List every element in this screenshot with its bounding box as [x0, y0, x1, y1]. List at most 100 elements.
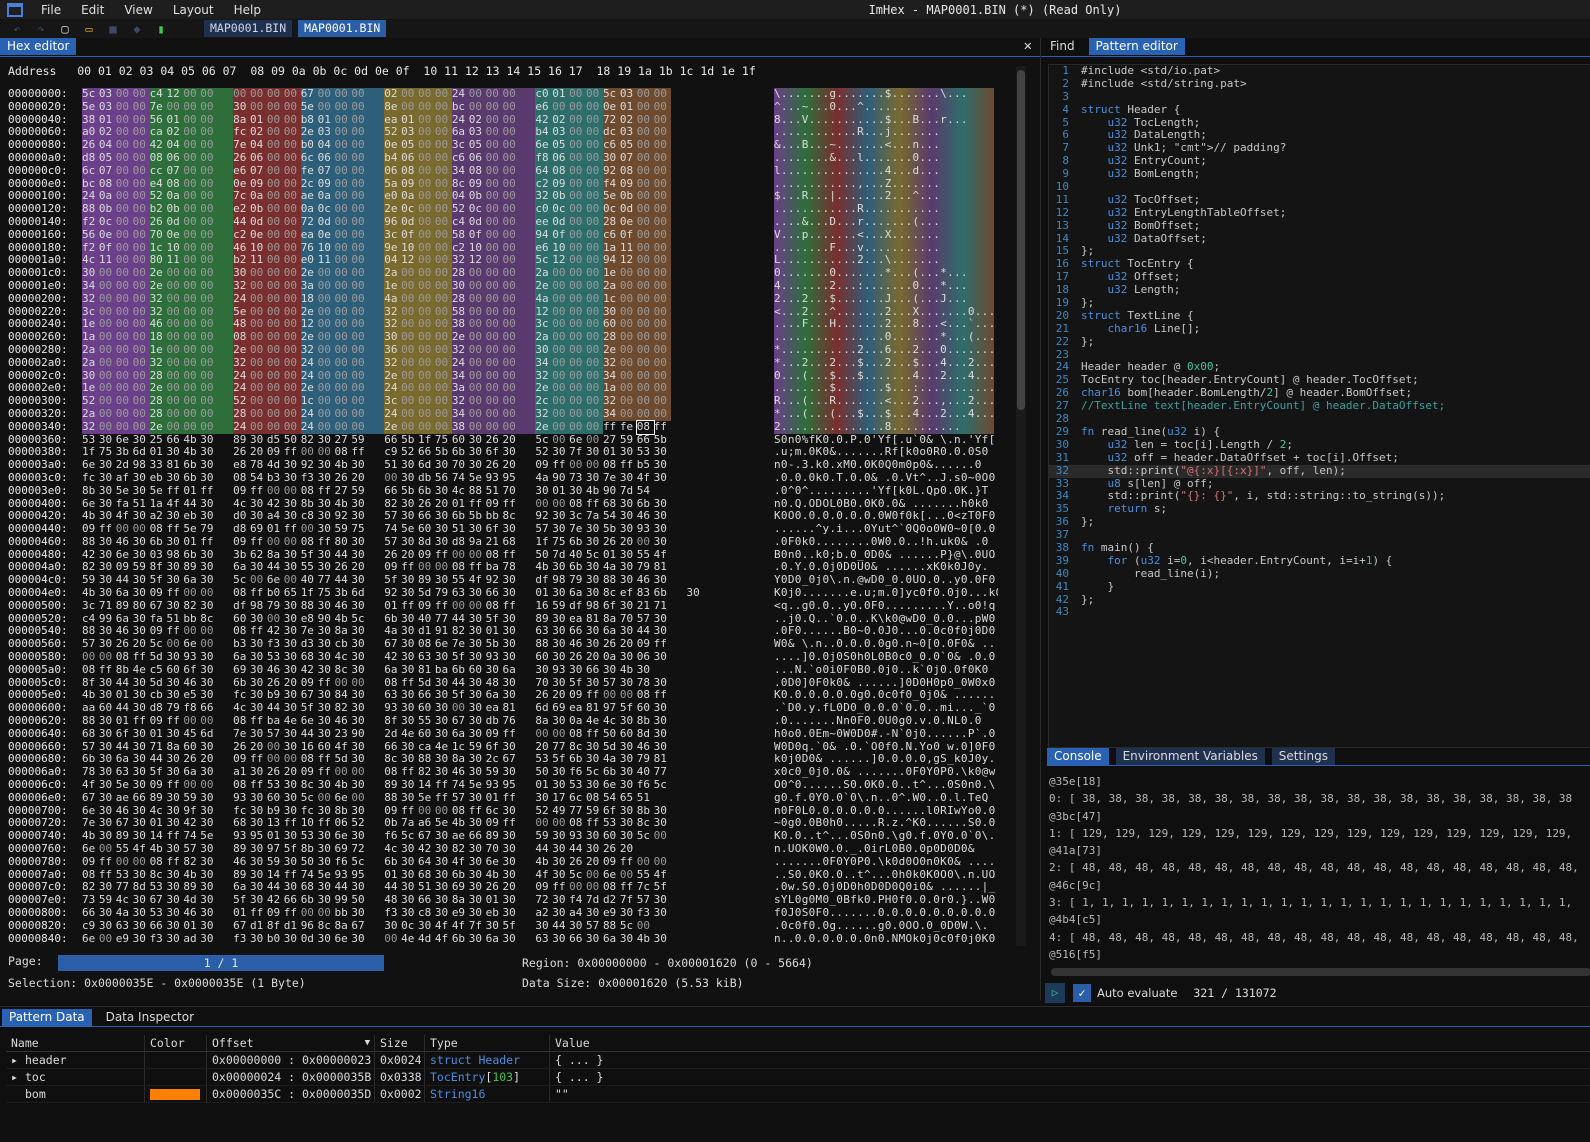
- hex-byte[interactable]: 00: [115, 343, 133, 357]
- hex-byte[interactable]: 03: [619, 88, 637, 101]
- hex-byte[interactable]: 8f: [267, 919, 284, 933]
- hex-byte[interactable]: 00: [200, 394, 218, 408]
- hex-byte[interactable]: 00: [401, 292, 419, 306]
- hex-byte[interactable]: 97: [267, 842, 284, 856]
- code-line[interactable]: 28: [1049, 412, 1590, 426]
- code-line[interactable]: 1 #include <std/io.pat>: [1049, 64, 1590, 78]
- hex-byte[interactable]: 3b: [334, 586, 351, 600]
- hex-byte[interactable]: 30: [318, 650, 335, 664]
- hex-byte[interactable]: 5e: [150, 484, 167, 498]
- hex-byte[interactable]: 6e: [603, 778, 620, 792]
- hex-byte[interactable]: 4e: [586, 714, 603, 728]
- hex-byte[interactable]: 30: [200, 663, 217, 677]
- hex-byte[interactable]: 30: [435, 650, 452, 664]
- hex-byte[interactable]: 00: [485, 343, 503, 357]
- hex-byte[interactable]: 00: [468, 420, 486, 434]
- hex-byte[interactable]: 30: [133, 586, 150, 600]
- hex-byte[interactable]: 26: [569, 855, 586, 869]
- hex-byte[interactable]: 00: [619, 394, 637, 408]
- hex-byte[interactable]: 00: [468, 356, 486, 370]
- code-line[interactable]: 14 u32 DataOffset;: [1049, 232, 1590, 246]
- hex-byte[interactable]: 8d: [637, 727, 654, 741]
- hex-byte[interactable]: 00: [132, 420, 150, 434]
- hex-byte[interactable]: 4f: [435, 919, 452, 933]
- hex-byte[interactable]: 24: [300, 407, 318, 421]
- hex-byte[interactable]: b0: [267, 932, 284, 944]
- hex-byte[interactable]: 30: [99, 906, 116, 920]
- hex-byte[interactable]: f3: [233, 932, 250, 944]
- hex-byte[interactable]: 00: [619, 343, 637, 357]
- hex-byte[interactable]: 00: [351, 279, 369, 293]
- hex-byte[interactable]: b3: [267, 471, 284, 485]
- hex-byte[interactable]: 30: [469, 727, 486, 741]
- hex-byte[interactable]: 00: [434, 164, 452, 178]
- hex-byte[interactable]: 30: [451, 279, 469, 293]
- hex-byte[interactable]: ff: [250, 586, 267, 600]
- hex-byte[interactable]: 00: [132, 228, 150, 242]
- hex-byte[interactable]: 00: [266, 151, 284, 165]
- hex-byte[interactable]: 26: [233, 151, 251, 165]
- hex-byte[interactable]: 00: [569, 151, 587, 165]
- hex-byte[interactable]: 00: [267, 484, 284, 498]
- hex-byte[interactable]: 00: [334, 88, 352, 101]
- hex-byte[interactable]: 96: [301, 919, 318, 933]
- hex-byte[interactable]: 6a: [233, 650, 250, 664]
- hex-byte[interactable]: 5d: [150, 650, 167, 664]
- hex-byte[interactable]: 30: [586, 842, 603, 856]
- hex-byte[interactable]: 00: [183, 228, 201, 242]
- hex-byte[interactable]: 00: [266, 228, 284, 242]
- hex-byte[interactable]: 90: [552, 471, 569, 485]
- hex-byte[interactable]: 00: [317, 343, 335, 357]
- hex-byte[interactable]: 30: [469, 855, 486, 869]
- hex-byte[interactable]: 42: [301, 663, 318, 677]
- hex-byte[interactable]: 89: [116, 599, 133, 613]
- hex-byte[interactable]: 93: [183, 650, 200, 664]
- hex-byte[interactable]: 00: [200, 343, 218, 357]
- hex-byte[interactable]: 79: [435, 586, 452, 600]
- tab-find[interactable]: Find: [1043, 38, 1082, 55]
- hex-byte[interactable]: 00: [636, 164, 654, 178]
- hex-byte[interactable]: 01: [150, 727, 167, 741]
- hex-byte[interactable]: 30: [469, 842, 486, 856]
- hex-byte[interactable]: f3: [301, 471, 318, 485]
- hex-byte[interactable]: 30: [401, 906, 418, 920]
- hex-byte[interactable]: 30: [99, 727, 116, 741]
- hex-byte[interactable]: 83: [637, 586, 654, 600]
- hex-byte[interactable]: 66: [486, 586, 503, 600]
- hex-byte[interactable]: 1f: [535, 535, 552, 549]
- hex-byte[interactable]: 00: [401, 420, 419, 434]
- hex-byte[interactable]: 00: [166, 292, 184, 306]
- hex-byte[interactable]: 00: [183, 151, 201, 165]
- hex-byte[interactable]: 06: [250, 151, 267, 165]
- hex-byte[interactable]: 95: [502, 778, 519, 792]
- hex-byte[interactable]: 4f: [637, 471, 654, 485]
- hex-byte[interactable]: 07: [250, 164, 267, 178]
- hex-byte[interactable]: 4b: [535, 855, 552, 869]
- hex-byte[interactable]: 44: [535, 842, 552, 856]
- hex-byte[interactable]: 32: [602, 394, 620, 408]
- code-line[interactable]: 35 return s;: [1049, 502, 1590, 516]
- hex-byte[interactable]: 00: [384, 932, 401, 944]
- hex-byte[interactable]: 00: [115, 394, 133, 408]
- hex-byte[interactable]: 00: [535, 727, 552, 741]
- hex-byte[interactable]: 00: [317, 420, 335, 434]
- hex-byte[interactable]: 44: [301, 727, 318, 741]
- hex-byte[interactable]: 00: [351, 100, 369, 114]
- hex-byte[interactable]: 00: [183, 215, 201, 229]
- hex-byte[interactable]: 30: [435, 535, 452, 549]
- hex-byte[interactable]: 4b: [334, 458, 351, 472]
- hex-byte[interactable]: 28: [233, 407, 251, 421]
- console-scrollbar[interactable]: [1051, 968, 1590, 976]
- hex-byte[interactable]: 30: [99, 458, 116, 472]
- hex-byte[interactable]: 6a: [116, 586, 133, 600]
- hex-byte[interactable]: 4f: [452, 919, 469, 933]
- hex-byte[interactable]: 93: [233, 791, 250, 805]
- hex-byte[interactable]: 09: [82, 855, 99, 869]
- hex-byte[interactable]: 30: [552, 586, 569, 600]
- hex-byte[interactable]: 00: [115, 407, 133, 421]
- hex-byte[interactable]: 30: [401, 778, 418, 792]
- hex-byte[interactable]: 66: [569, 932, 586, 944]
- hex-byte[interactable]: 00: [401, 356, 419, 370]
- hex-byte[interactable]: 57: [384, 535, 401, 549]
- hex-byte[interactable]: 00: [637, 919, 654, 933]
